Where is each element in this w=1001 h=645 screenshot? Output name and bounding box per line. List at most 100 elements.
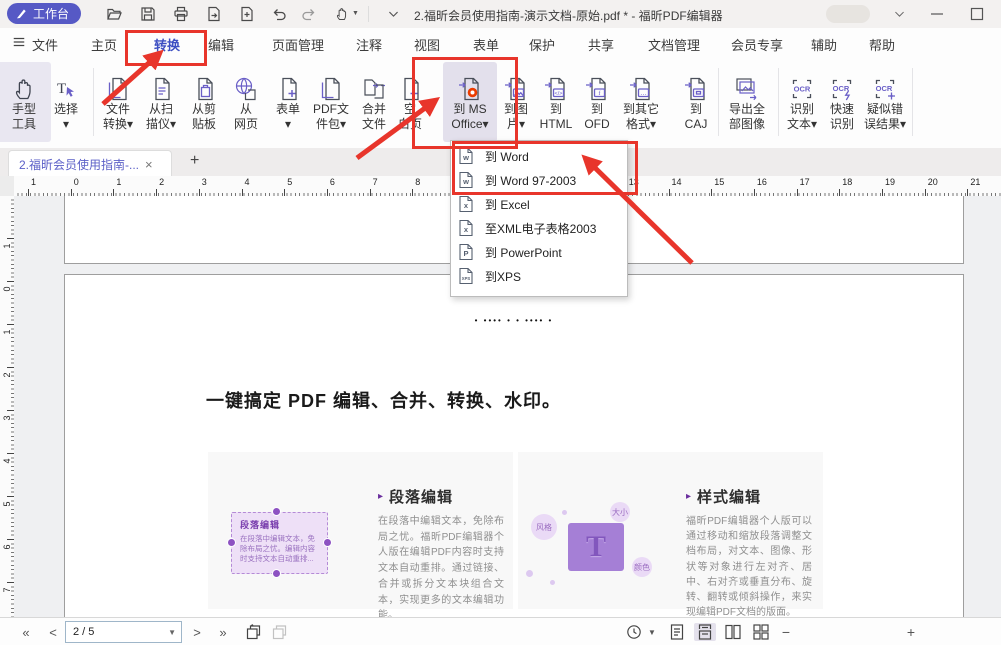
hand-tool-dropdown-arrow[interactable]: ▼ <box>352 10 359 17</box>
menu-file[interactable]: 文件 <box>32 35 58 54</box>
menu-tab-share[interactable]: 共享 <box>588 35 614 54</box>
ruler-number: 6 <box>330 177 335 187</box>
new-doc-icon[interactable] <box>239 6 255 22</box>
card-body-text: 福昕PDF编辑器个人版可以通过移动和缩放段落调整文档布局，对文本、图像、形状等对… <box>686 514 812 617</box>
zoom-out-button[interactable]: − <box>778 618 794 645</box>
menu-item-to-word[interactable]: w到 Word <box>451 144 627 168</box>
svg-text:w: w <box>462 153 469 162</box>
svg-text:OCR: OCR <box>794 85 811 94</box>
tool-export-all-images[interactable]: 导出全部图像 <box>720 62 774 142</box>
menu-item-to-powerpoint[interactable]: P到 PowerPoint <box>451 240 627 264</box>
first-page-button[interactable]: « <box>16 618 36 645</box>
export-all-images-icon <box>720 62 774 102</box>
ruler-number: 13 <box>629 177 639 187</box>
menu-tab-view[interactable]: 视图 <box>414 35 440 54</box>
tool-to-other-format[interactable]: …到其它格式▾ <box>614 62 668 142</box>
ruler-tick <box>199 189 200 196</box>
to-xml-2003-icon: x <box>458 219 474 237</box>
menu-tab-protect[interactable]: 保护 <box>529 35 555 54</box>
print-icon[interactable] <box>173 6 189 22</box>
to-excel-icon: x <box>458 195 474 213</box>
ruler-tick <box>284 189 285 196</box>
quill-icon <box>15 7 28 20</box>
menu-tab-assist[interactable]: 辅助 <box>811 35 837 54</box>
workspace-button[interactable]: 工作台 <box>7 3 81 24</box>
ruler-tick <box>370 189 371 196</box>
deco-dot <box>526 570 533 577</box>
toolbar-separator <box>93 68 94 136</box>
collapse-toolbar-icon[interactable] <box>387 8 403 24</box>
to-word-icon: w <box>458 147 474 165</box>
menu-tab-page-manage[interactable]: 页面管理 <box>272 35 324 54</box>
ruler-tick <box>967 189 968 196</box>
previous-view-icon[interactable] <box>241 618 265 645</box>
undo-icon[interactable] <box>271 6 287 22</box>
menu-item-to-word-97-2003[interactable]: w到 Word 97-2003 <box>451 168 627 192</box>
menu-tab-edit[interactable]: 编辑 <box>208 35 234 54</box>
page-heading: 一键搞定 PDF 编辑、合并、转换、水印。 <box>206 387 561 413</box>
menu-tab-doc-manage[interactable]: 文档管理 <box>648 35 700 54</box>
view-mode-icon[interactable] <box>624 618 644 645</box>
inactive-badge <box>826 5 870 23</box>
hand-quick-tool-icon[interactable] <box>334 6 350 22</box>
card-heading: ▸ 样式编辑 <box>686 486 761 507</box>
titlebar-separator <box>368 6 369 22</box>
close-tab-icon[interactable]: × <box>145 157 153 172</box>
page-number-input[interactable]: 2 / 5 ▼ <box>65 621 182 643</box>
redo-icon[interactable] <box>301 6 317 22</box>
menu-tab-help[interactable]: 帮助 <box>869 35 895 54</box>
save-icon[interactable] <box>140 6 156 22</box>
export-doc-icon[interactable] <box>206 6 222 22</box>
view-mode-dropdown-arrow[interactable]: ▼ <box>646 618 658 645</box>
svg-text:x: x <box>464 201 469 210</box>
new-tab-button[interactable]: + <box>190 152 199 170</box>
menu-tab-comment[interactable]: 注释 <box>356 35 382 54</box>
toolbar-separator <box>778 68 779 136</box>
svg-text:</>: </> <box>555 91 563 97</box>
continuous-layout-icon[interactable] <box>694 623 716 641</box>
tool-select-tool[interactable]: T选择▾ <box>39 62 93 142</box>
page-number-value: 2 / 5 <box>73 626 168 638</box>
menu-item-to-xps[interactable]: XPS到XPS <box>451 264 627 288</box>
pdf-page-2: • •••• • • •••• • 一键搞定 PDF 编辑、合并、转换、水印。 … <box>64 274 964 617</box>
menu-item-to-xml-2003[interactable]: x至XML电子表格2003 <box>451 216 627 240</box>
ruler-tick <box>711 189 712 196</box>
facing-layout-icon[interactable] <box>722 623 744 641</box>
ruler-number: 7 <box>2 583 12 597</box>
menu-bar: 文件 主页转换编辑页面管理注释视图表单保护共享文档管理会员专享辅助帮助 ▶ <box>0 28 1001 58</box>
tool-blank-page[interactable]: 空白页 <box>383 62 437 142</box>
menu-tab-convert[interactable]: 转换 <box>154 35 180 54</box>
document-tab[interactable]: 2.福昕会员使用指南-... × <box>8 150 172 177</box>
open-file-icon[interactable] <box>106 6 122 22</box>
maximize-icon[interactable] <box>969 6 985 22</box>
minimize-icon[interactable] <box>929 6 945 22</box>
ruler-number: 21 <box>970 177 980 187</box>
svg-text:OCR: OCR <box>876 84 893 93</box>
zoom-in-button[interactable]: + <box>903 618 919 645</box>
tool-suspect-error-results[interactable]: OCR疑似错误结果▾ <box>858 62 912 142</box>
last-page-button[interactable]: » <box>213 618 233 645</box>
single-page-layout-icon[interactable] <box>666 623 688 641</box>
page-dropdown-arrow[interactable]: ▼ <box>168 628 176 637</box>
selection-handle <box>272 569 281 578</box>
title-bar: 工作台 ▼ 2.福昕会员使用指南-演示文档-原始.pdf * - 福昕PDF编辑… <box>0 0 1001 28</box>
next-view-icon[interactable] <box>267 618 291 645</box>
ruler-number: 19 <box>885 177 895 187</box>
foxit-pdf-editor-window: 工作台 ▼ 2.福昕会员使用指南-演示文档-原始.pdf * - 福昕PDF编辑… <box>0 0 1001 645</box>
paragraph-edit-thumbnail: 段落编辑 在段落中编辑文本，免除布局之忧。编辑内容时支持文本自动重排... <box>231 512 328 574</box>
menu-item-to-excel[interactable]: x到 Excel <box>451 192 627 216</box>
tool-to-caj[interactable]: 到CAJ <box>669 62 723 142</box>
select-tool-icon: T <box>39 62 93 102</box>
ruler-number: 2 <box>159 177 164 187</box>
menu-tab-member[interactable]: 会员专享 <box>731 35 783 54</box>
next-page-button[interactable]: > <box>187 618 207 645</box>
prev-page-button[interactable]: < <box>43 618 63 645</box>
svg-text:XPS: XPS <box>462 276 471 281</box>
ruler-number: 20 <box>928 177 938 187</box>
ruler-tick <box>754 189 755 196</box>
hamburger-icon[interactable] <box>12 35 26 49</box>
continuous-facing-layout-icon[interactable] <box>750 623 772 641</box>
menu-tab-form[interactable]: 表单 <box>473 35 499 54</box>
chevron-down-icon[interactable] <box>893 8 909 24</box>
menu-tab-home[interactable]: 主页 <box>91 35 117 54</box>
